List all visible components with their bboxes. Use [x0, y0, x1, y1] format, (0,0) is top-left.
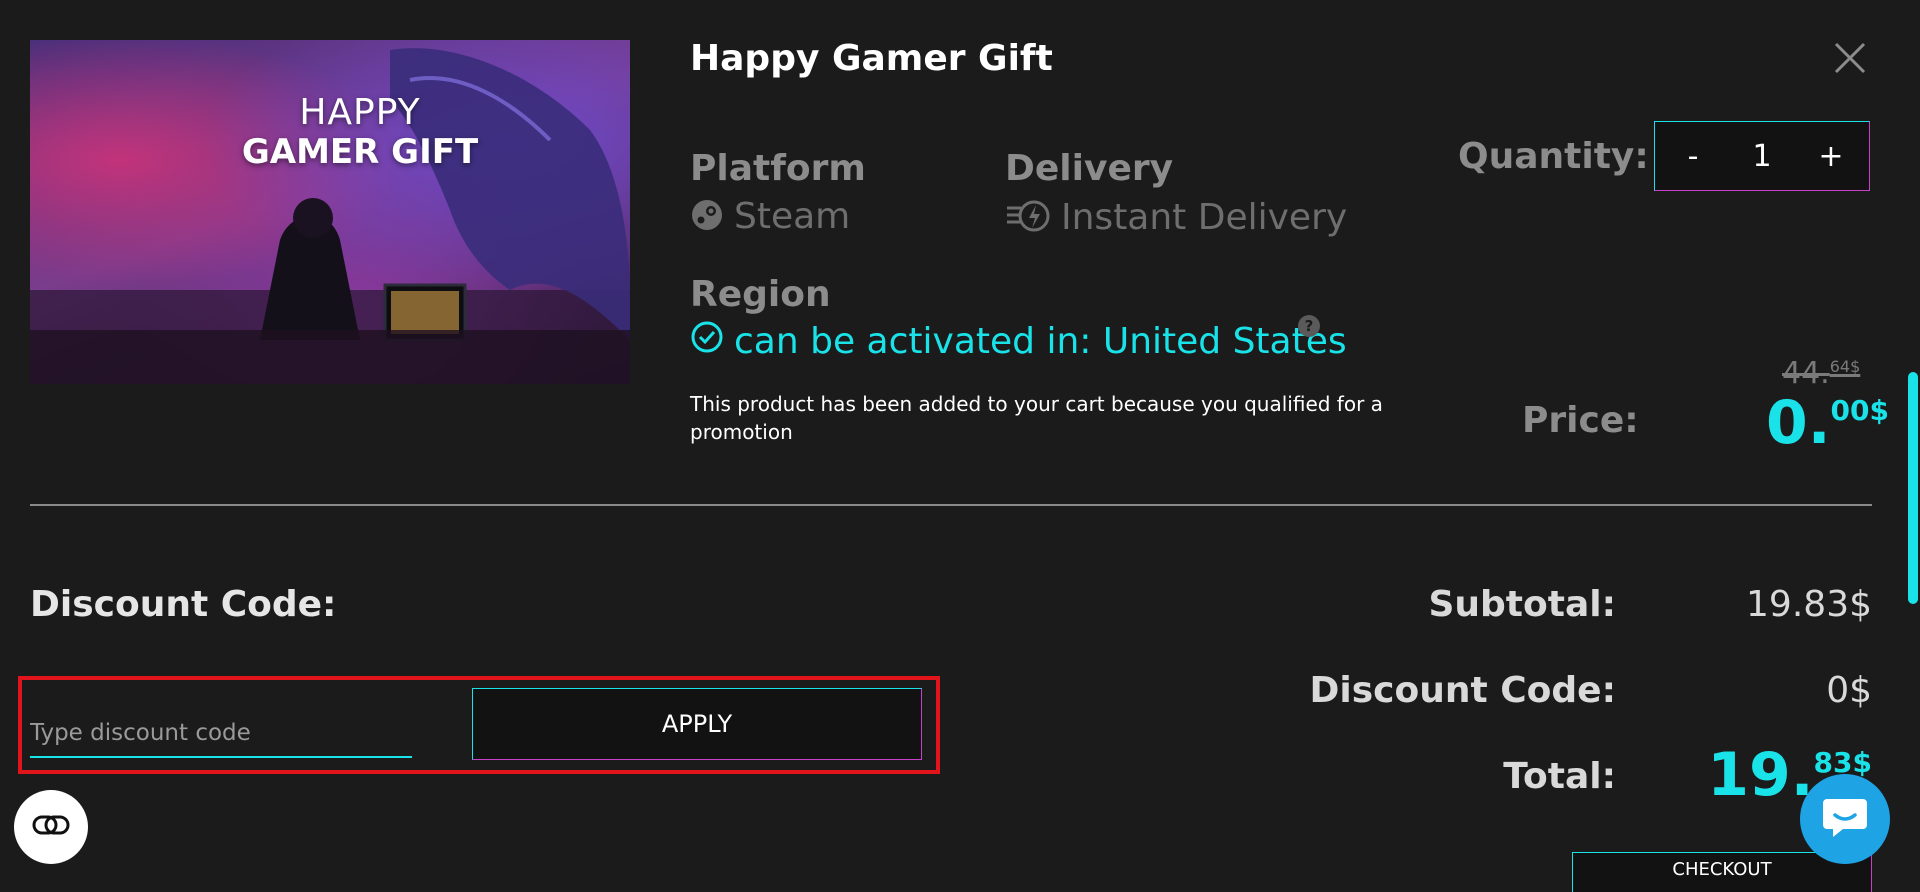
- product-title: Happy Gamer Gift: [690, 38, 1053, 79]
- link-button[interactable]: [14, 790, 88, 864]
- delivery-label: Delivery: [1005, 148, 1174, 189]
- platform-name: Steam: [734, 196, 851, 237]
- subtotal-label: Subtotal:: [1428, 584, 1616, 625]
- product-image: HAPPY GAMER GIFT: [30, 40, 630, 384]
- subtotal-value: 19.83$: [1746, 584, 1872, 625]
- price-int: 0.: [1766, 388, 1831, 458]
- image-title-line2: GAMER GIFT: [241, 132, 479, 172]
- quantity-label: Quantity:: [1458, 136, 1649, 177]
- original-price-cents: 64$: [1829, 357, 1861, 376]
- quantity-stepper: - 1 +: [1654, 121, 1870, 191]
- quantity-decrease-button[interactable]: -: [1673, 139, 1713, 174]
- total-int: 19.: [1707, 740, 1814, 810]
- delivery-value: Instant Delivery: [1005, 196, 1347, 238]
- close-icon[interactable]: [1830, 38, 1870, 78]
- discount-summary-value: 0$: [1826, 670, 1872, 711]
- apply-button[interactable]: APPLY: [472, 688, 922, 760]
- chat-icon: [1821, 795, 1869, 843]
- price-cents: 00$: [1830, 394, 1889, 427]
- region-text: can be activated in: United States: [734, 321, 1347, 362]
- image-title-line1: HAPPY: [299, 92, 421, 133]
- scrollbar-thumb[interactable]: [1908, 372, 1918, 604]
- help-icon[interactable]: ?: [1298, 315, 1320, 337]
- check-circle-icon: [690, 320, 724, 363]
- price-value: 0.00$: [1766, 388, 1889, 458]
- total-label: Total:: [1503, 756, 1616, 797]
- discount-code-heading: Discount Code:: [30, 584, 337, 625]
- delivery-name: Instant Delivery: [1061, 196, 1348, 238]
- quantity-value[interactable]: 1: [1752, 139, 1771, 174]
- discount-code-input[interactable]: [30, 710, 412, 758]
- quantity-increase-button[interactable]: +: [1811, 139, 1851, 174]
- region-value: can be activated in: United States: [690, 320, 1347, 363]
- platform-value: Steam: [690, 196, 850, 237]
- platform-label: Platform: [690, 148, 866, 189]
- instant-delivery-icon: [1005, 196, 1051, 238]
- discount-summary-label: Discount Code:: [1309, 670, 1616, 711]
- promo-note: This product has been added to your cart…: [690, 392, 1383, 444]
- link-icon: [31, 813, 71, 841]
- original-price-int: 44.: [1782, 356, 1830, 391]
- price-label: Price:: [1522, 400, 1639, 441]
- steam-icon: [690, 198, 724, 236]
- region-label: Region: [690, 274, 831, 315]
- original-price: 44.64$: [1782, 356, 1860, 391]
- chat-button[interactable]: [1800, 774, 1890, 864]
- divider: [30, 504, 1872, 506]
